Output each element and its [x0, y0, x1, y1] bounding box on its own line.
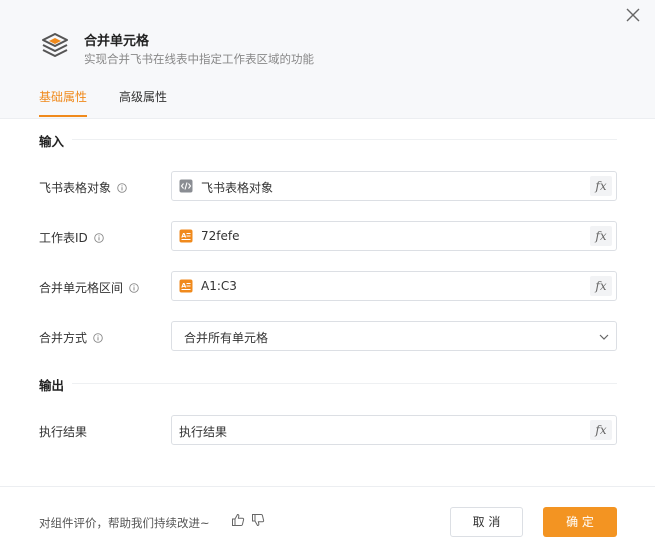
merge-mode-select[interactable]: 合并所有单元格	[171, 321, 617, 351]
cancel-button[interactable]: 取 消	[450, 507, 523, 537]
text-var-icon: A	[179, 229, 193, 243]
info-icon[interactable]	[117, 182, 127, 193]
code-icon	[179, 179, 193, 193]
merge-cells-dialog: 合并单元格 实现合并飞书在线表中指定工作表区域的功能 基础属性 高级属性 输入 …	[0, 0, 655, 556]
sheet-id-field[interactable]: A 72fefe fx	[171, 221, 617, 251]
fx-button[interactable]: fx	[590, 176, 612, 196]
header-divider	[0, 118, 655, 119]
feedback-text: 对组件评价，帮助我们持续改进~	[39, 516, 210, 530]
dialog-header: 合并单元格 实现合并飞书在线表中指定工作表区域的功能 基础属性 高级属性	[0, 0, 655, 118]
tab-basic[interactable]: 基础属性	[39, 88, 87, 105]
merge-mode-label-text: 合并方式	[39, 331, 88, 345]
fx-button[interactable]: fx	[590, 276, 612, 296]
range-label: 合并单元格区间	[39, 279, 139, 296]
tab-advanced[interactable]: 高级属性	[119, 88, 167, 105]
confirm-button[interactable]: 确 定	[543, 507, 617, 537]
thumbs-down-icon[interactable]	[251, 513, 265, 527]
close-icon[interactable]	[624, 6, 642, 24]
result-field[interactable]: 执行结果 fx	[171, 415, 617, 445]
layers-icon	[42, 33, 68, 57]
footer-divider	[0, 486, 655, 487]
fx-button[interactable]: fx	[590, 420, 612, 440]
result-value: 执行结果	[179, 425, 228, 439]
fx-button[interactable]: fx	[590, 226, 612, 246]
result-label-text: 执行结果	[39, 425, 88, 439]
sheet-object-value: 飞书表格对象	[201, 181, 274, 195]
range-field[interactable]: A A1:C3 fx	[171, 271, 617, 301]
svg-text:A: A	[181, 232, 186, 240]
output-section-title: 输出	[39, 378, 65, 393]
output-section-divider	[72, 383, 617, 384]
input-section-divider	[72, 139, 617, 140]
sheet-id-label: 工作表ID	[39, 229, 104, 246]
result-label: 执行结果	[39, 423, 87, 440]
info-icon[interactable]	[93, 332, 103, 343]
merge-mode-value: 合并所有单元格	[184, 331, 269, 345]
text-var-icon: A	[179, 279, 193, 293]
sheet-object-label: 飞书表格对象	[39, 179, 127, 196]
svg-text:A: A	[181, 282, 186, 290]
dialog-description: 实现合并飞书在线表中指定工作表区域的功能	[84, 52, 314, 66]
merge-mode-label: 合并方式	[39, 329, 103, 346]
active-tab-indicator	[39, 115, 87, 117]
sheet-object-field[interactable]: 飞书表格对象 fx	[171, 171, 617, 201]
sheet-id-value: 72fefe	[201, 229, 240, 243]
chevron-down-icon	[599, 334, 609, 340]
thumbs-up-icon[interactable]	[231, 513, 245, 527]
dialog-title: 合并单元格	[84, 34, 150, 49]
sheet-id-label-text: 工作表ID	[39, 231, 88, 245]
input-section-title: 输入	[39, 134, 65, 149]
info-icon[interactable]	[129, 282, 139, 293]
info-icon[interactable]	[94, 232, 104, 243]
sheet-object-label-text: 飞书表格对象	[39, 181, 112, 195]
range-label-text: 合并单元格区间	[39, 281, 124, 295]
range-value: A1:C3	[201, 279, 237, 293]
